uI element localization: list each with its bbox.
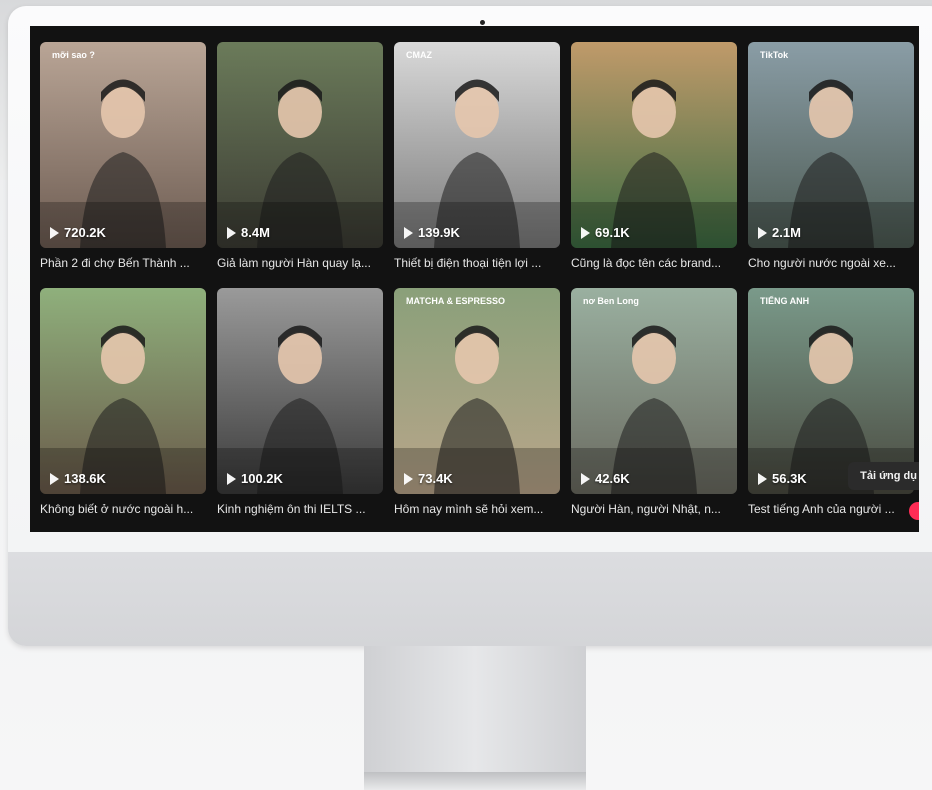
camera-icon (480, 20, 485, 25)
video-thumbnail[interactable]: MATCHA & ESPRESSO 73.4K (394, 288, 560, 494)
video-card[interactable]: 69.1K Cũng là đọc tên các brand... (571, 42, 737, 270)
video-card[interactable]: MATCHA & ESPRESSO 73.4K Hôm nay mình sẽ hỏ… (394, 288, 560, 516)
view-count-label: 42.6K (595, 471, 630, 486)
view-count-label: 73.4K (418, 471, 453, 486)
view-count-label: 2.1M (772, 225, 801, 240)
view-count-label: 138.6K (64, 471, 106, 486)
video-caption[interactable]: Thiết bị điện thoại tiện lợi ... (394, 256, 560, 270)
thumbnail-image (40, 42, 206, 248)
thumbnail-image (217, 288, 383, 494)
view-count: 100.2K (227, 471, 283, 486)
play-icon (50, 472, 59, 485)
video-card[interactable]: TikTok 2.1M Cho người nước ngoài xe... (748, 42, 914, 270)
thumbnail-image (571, 42, 737, 248)
thumbnail-overlay-text: nơ Ben Long (583, 296, 639, 306)
view-count: 8.4M (227, 225, 270, 240)
video-card[interactable]: mỡi sao ? 720.2K Phần 2 đi chợ Bến Thành .… (40, 42, 206, 270)
video-caption[interactable]: Hôm nay mình sẽ hỏi xem... (394, 502, 560, 516)
thumbnail-image (40, 288, 206, 494)
view-count: 139.9K (404, 225, 460, 240)
view-count: 138.6K (50, 471, 106, 486)
view-count-label: 56.3K (772, 471, 807, 486)
video-thumbnail[interactable]: TikTok 2.1M (748, 42, 914, 248)
screen: mỡi sao ? 720.2K Phần 2 đi chợ Bến Thành .… (30, 26, 919, 532)
video-card[interactable]: 8.4M Giả làm người Hàn quay lạ... (217, 42, 383, 270)
video-caption[interactable]: Cũng là đọc tên các brand... (571, 256, 737, 270)
view-count: 720.2K (50, 225, 106, 240)
view-count: 56.3K (758, 471, 807, 486)
thumbnail-image (394, 288, 560, 494)
play-icon (758, 472, 767, 485)
video-thumbnail[interactable]: 100.2K (217, 288, 383, 494)
thumbnail-overlay-text: CMAZ (406, 50, 432, 60)
download-app-button[interactable]: Tải ứng dụ (848, 462, 919, 490)
video-caption[interactable]: Kinh nghiệm ôn thi IELTS ... (217, 502, 383, 516)
notification-dot (909, 502, 919, 520)
view-count-label: 720.2K (64, 225, 106, 240)
thumbnail-image (748, 42, 914, 248)
video-thumbnail[interactable]: CMAZ 139.9K (394, 42, 560, 248)
view-count-label: 8.4M (241, 225, 270, 240)
thumbnail-overlay-text: TikTok (760, 50, 789, 60)
video-caption[interactable]: Cho người nước ngoài xe... (748, 256, 914, 270)
video-thumbnail[interactable]: 138.6K (40, 288, 206, 494)
video-caption[interactable]: Không biết ở nước ngoài h... (40, 502, 206, 516)
view-count-label: 139.9K (418, 225, 460, 240)
view-count: 42.6K (581, 471, 630, 486)
video-thumbnail[interactable]: 8.4M (217, 42, 383, 248)
play-icon (581, 472, 590, 485)
monitor-chin (8, 552, 932, 646)
play-icon (404, 226, 413, 239)
play-icon (227, 226, 236, 239)
view-count: 69.1K (581, 225, 630, 240)
view-count-label: 69.1K (595, 225, 630, 240)
thumbnail-overlay-text: MATCHA & ESPRESSO (406, 296, 506, 306)
play-icon (227, 472, 236, 485)
video-card[interactable]: 138.6K Không biết ở nước ngoài h... (40, 288, 206, 516)
thumbnail-overlay-text: mỡi sao ? (52, 50, 95, 60)
video-thumbnail[interactable]: mỡi sao ? 720.2K (40, 42, 206, 248)
thumbnail-image (394, 42, 560, 248)
monitor-stand-foot (364, 772, 586, 790)
video-caption[interactable]: Test tiếng Anh của người ... (748, 502, 914, 516)
thumbnail-overlay-text: TIẾNG ANH (760, 296, 810, 306)
video-card[interactable]: 100.2K Kinh nghiệm ôn thi IELTS ... (217, 288, 383, 516)
view-count-label: 100.2K (241, 471, 283, 486)
video-thumbnail[interactable]: nơ Ben Long 42.6K (571, 288, 737, 494)
monitor-stand (364, 646, 586, 790)
video-caption[interactable]: Giả làm người Hàn quay lạ... (217, 256, 383, 270)
play-icon (50, 226, 59, 239)
video-card[interactable]: CMAZ 139.9K Thiết bị điện thoại tiện lợi .… (394, 42, 560, 270)
play-icon (758, 226, 767, 239)
view-count: 2.1M (758, 225, 801, 240)
video-caption[interactable]: Phần 2 đi chợ Bến Thành ... (40, 256, 206, 270)
video-caption[interactable]: Người Hàn, người Nhật, n... (571, 502, 737, 516)
video-card[interactable]: nơ Ben Long 42.6K Người Hàn, người Nhật, n… (571, 288, 737, 516)
view-count: 73.4K (404, 471, 453, 486)
play-icon (404, 472, 413, 485)
play-icon (581, 226, 590, 239)
thumbnail-image (217, 42, 383, 248)
video-thumbnail[interactable]: 69.1K (571, 42, 737, 248)
thumbnail-image (571, 288, 737, 494)
